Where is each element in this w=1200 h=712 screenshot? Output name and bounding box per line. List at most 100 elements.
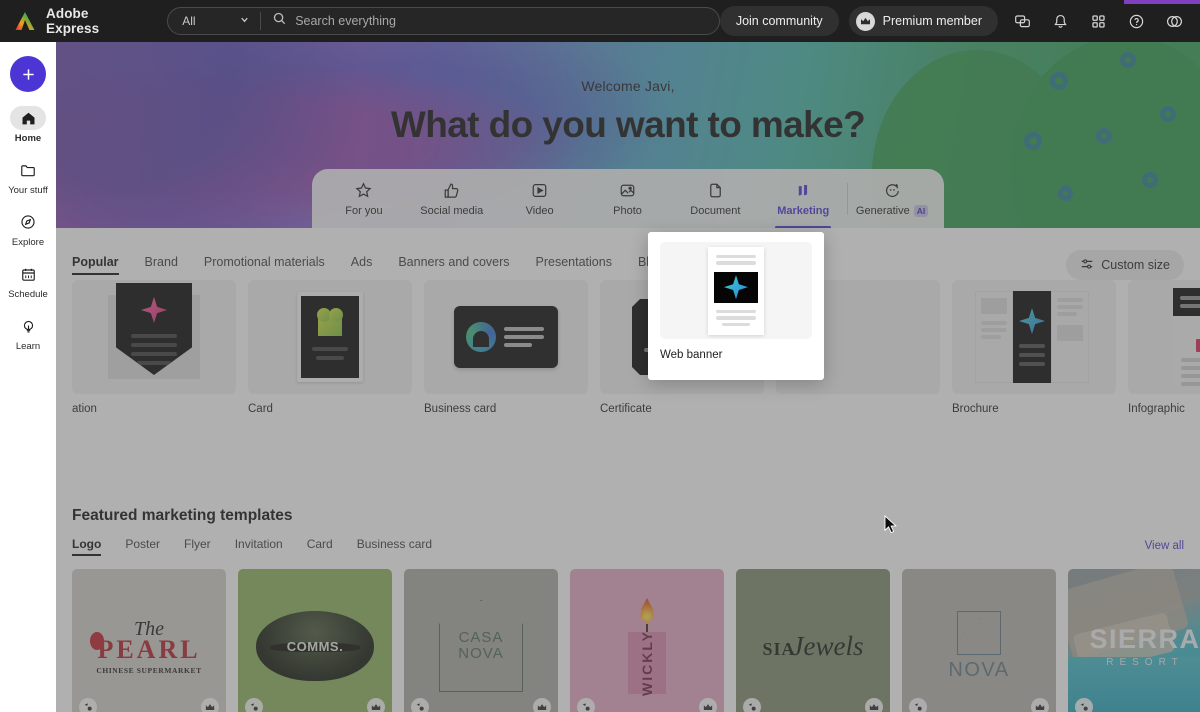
tab-popular[interactable]: Popular [72, 255, 119, 275]
left-sidebar: Home Your stuff Explore Schedule Learn [0, 42, 56, 712]
search-scope-select[interactable]: All [168, 8, 260, 34]
animation-badge-icon[interactable] [577, 698, 595, 712]
folder-icon [10, 158, 46, 182]
casa-nova-logo-art: CASA NOVA [439, 600, 523, 692]
hero-text: Welcome Javi, What do you want to make? [56, 78, 1200, 146]
featured-template-wickly[interactable]: WICKLY [570, 569, 724, 712]
sidebar-item-learn[interactable]: Learn [0, 314, 56, 352]
bar-chart-icon [1195, 324, 1200, 352]
animation-badge-icon[interactable] [245, 698, 263, 712]
apps-grid-icon[interactable] [1084, 7, 1112, 35]
tab-brand[interactable]: Brand [145, 255, 178, 275]
feedback-icon[interactable] [1008, 7, 1036, 35]
brand-home-link[interactable]: Adobe Express [0, 6, 133, 36]
logo-title-top: SIA [762, 638, 796, 659]
logo-title-main: COMMS. [286, 638, 344, 654]
template-card-label: Certificate [600, 403, 652, 415]
featured-tab-business-card[interactable]: Business card [357, 537, 432, 556]
premium-crown-badge-icon[interactable] [699, 698, 717, 712]
hero-banner: Welcome Javi, What do you want to make? … [56, 42, 1200, 228]
template-card-brochure[interactable]: Brochure [952, 280, 1116, 420]
featured-tab-card[interactable]: Card [307, 537, 333, 556]
thumbs-up-icon [443, 182, 460, 200]
featured-template-comms[interactable]: COMMS. [238, 569, 392, 712]
hero-category-marketing[interactable]: Marketing [759, 169, 847, 228]
search-scope-value: All [182, 14, 196, 28]
help-icon[interactable] [1122, 7, 1150, 35]
hero-category-social-media[interactable]: Social media [408, 169, 496, 228]
featured-template-sierra-resort[interactable]: SIERRA RESORT [1068, 569, 1200, 712]
premium-crown-badge-icon[interactable] [1031, 698, 1049, 712]
sidebar-item-your-stuff[interactable]: Your stuff [0, 158, 56, 196]
featured-tab-logo[interactable]: Logo [72, 537, 102, 556]
tab-promotional-materials[interactable]: Promotional materials [204, 255, 325, 275]
animation-badge-icon[interactable] [411, 698, 429, 712]
avatar [466, 322, 496, 352]
hero-category-document[interactable]: Document [671, 169, 759, 228]
star-icon [355, 182, 372, 200]
template-card-invitation[interactable]: ation [72, 280, 236, 420]
template-card-card[interactable]: Card [248, 280, 412, 420]
create-new-button[interactable] [10, 56, 46, 92]
accent-strip [1124, 0, 1200, 4]
business-card-art [454, 306, 558, 368]
lightbulb-icon [10, 314, 46, 338]
animation-badge-icon[interactable] [743, 698, 761, 712]
animation-badge-icon[interactable] [79, 698, 97, 712]
join-community-button[interactable]: Join community [719, 6, 839, 36]
tab-ads[interactable]: Ads [351, 255, 373, 275]
premium-crown-badge-icon[interactable] [865, 698, 883, 712]
featured-template-sia-jewels[interactable]: SIAJewels [736, 569, 890, 712]
featured-section-title: Featured marketing templates [72, 507, 293, 524]
tab-presentations[interactable]: Presentations [536, 255, 612, 275]
adobe-express-home: Adobe Express All Search everything Join… [0, 0, 1200, 712]
featured-tab-invitation[interactable]: Invitation [235, 537, 283, 556]
video-play-icon [531, 182, 548, 200]
ai-badge: AI [913, 204, 929, 217]
premium-crown-badge-icon[interactable] [367, 698, 385, 712]
hero-category-video[interactable]: Video [496, 169, 584, 228]
custom-size-label: Custom size [1101, 258, 1170, 272]
premium-crown-badge-icon[interactable] [533, 698, 551, 712]
premium-crown-badge-icon[interactable] [201, 698, 219, 712]
template-card-label: Card [248, 403, 273, 415]
template-card-infographic[interactable]: Infographic [1128, 280, 1200, 420]
web-banner-hover-card[interactable]: Web banner [648, 232, 824, 380]
candle-body: WICKLY [628, 630, 666, 696]
chevron-down-icon [239, 14, 250, 28]
featured-thumbnails-row: The PEARL CHINESE SUPERMARKET COMMS. CAS… [72, 569, 1200, 712]
animation-badge-icon[interactable] [1075, 698, 1093, 712]
sidebar-item-explore[interactable]: Explore [0, 210, 56, 248]
featured-template-nova[interactable]: NOVA [902, 569, 1056, 712]
sidebar-item-home[interactable]: Home [0, 106, 56, 144]
notifications-icon[interactable] [1046, 7, 1074, 35]
template-card-label: Infographic [1128, 403, 1185, 415]
featured-tab-flyer[interactable]: Flyer [184, 537, 211, 556]
premium-member-button[interactable]: Premium member [848, 6, 998, 36]
hero-category-photo[interactable]: Photo [584, 169, 672, 228]
template-card-business-card[interactable]: Business card [424, 280, 588, 420]
featured-tab-poster[interactable]: Poster [125, 537, 160, 556]
animation-badge-icon[interactable] [909, 698, 927, 712]
creative-cloud-icon[interactable] [1160, 7, 1188, 35]
invitation-art [108, 283, 200, 379]
tab-banners-and-covers[interactable]: Banners and covers [398, 255, 509, 275]
featured-template-casa-nova[interactable]: CASA NOVA [404, 569, 558, 712]
hero-category-generative-ai[interactable]: Generative AI [848, 169, 936, 228]
featured-template-the-pearl[interactable]: The PEARL CHINESE SUPERMARKET [72, 569, 226, 712]
sidebar-item-schedule[interactable]: Schedule [0, 262, 56, 300]
template-cards-row: ation Card Business card Certificate Bro… [72, 280, 1200, 420]
sidebar-item-label: Explore [11, 237, 45, 248]
hero-category-for-you[interactable]: For you [320, 169, 408, 228]
sparkle-icon [724, 275, 748, 300]
search-bar[interactable]: All Search everything [167, 7, 720, 35]
logo-subtitle: NOVA [458, 645, 504, 662]
hero-category-label: Photo [613, 204, 642, 217]
view-all-link[interactable]: View all [1145, 540, 1184, 552]
search-input[interactable]: Search everything [261, 12, 719, 30]
star-icon [963, 617, 994, 648]
hero-category-label: Document [690, 204, 741, 217]
template-card-label: ation [72, 403, 97, 415]
hero-headline: What do you want to make? [390, 104, 866, 145]
custom-size-button[interactable]: Custom size [1066, 250, 1184, 280]
